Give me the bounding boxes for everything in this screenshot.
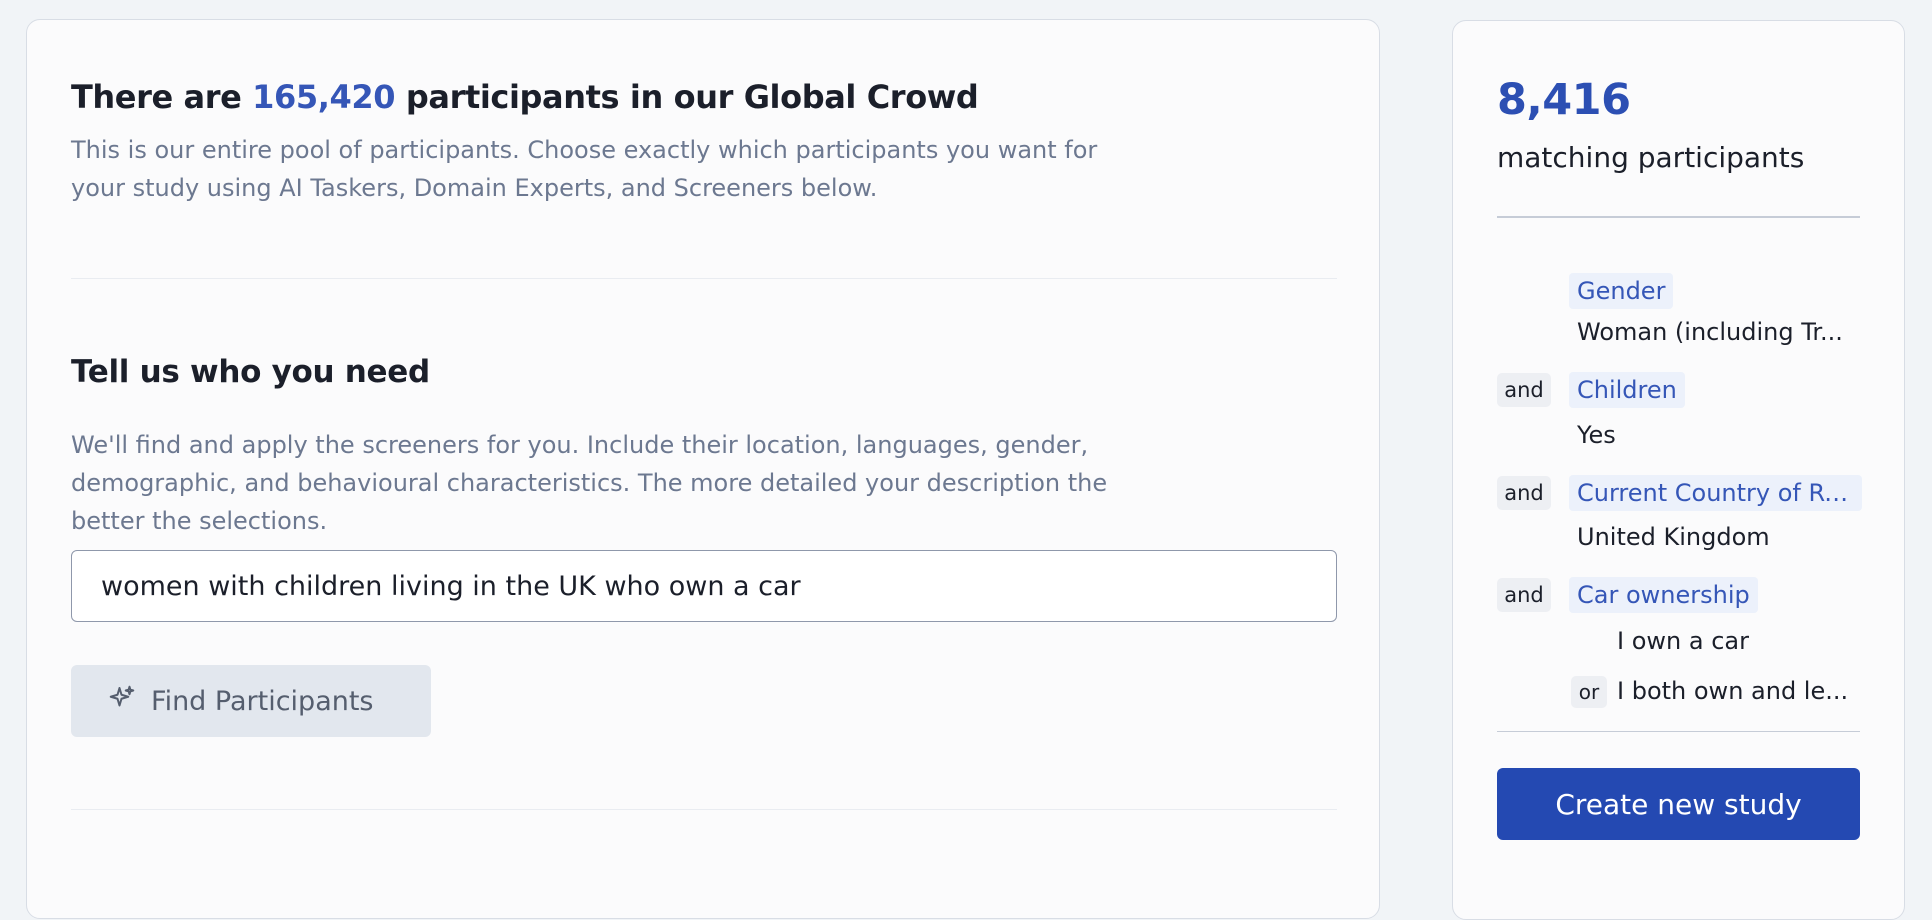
filter-value-children: Yes xyxy=(1577,421,1616,449)
filter-value-car-ownership: I both own and le... xyxy=(1617,677,1849,705)
matching-count: 8,416 xyxy=(1497,75,1631,125)
sparkle-icon xyxy=(107,683,137,720)
request-description: We'll find and apply the screeners for y… xyxy=(71,431,1108,535)
request-title: Tell us who you need xyxy=(71,354,430,390)
create-new-study-button[interactable]: Create new study xyxy=(1497,768,1860,840)
or-connector: or xyxy=(1571,676,1607,708)
headline-prefix: There are xyxy=(71,78,253,116)
participant-pool-panel: There are 165,420 participants in our Gl… xyxy=(26,19,1380,919)
find-participants-button[interactable]: Find Participants xyxy=(71,665,431,737)
filter-value-country: United Kingdom xyxy=(1577,523,1770,551)
summary-divider xyxy=(1497,216,1860,218)
filter-name-gender[interactable]: Gender xyxy=(1569,273,1674,309)
filter-name-car-ownership[interactable]: Car ownership xyxy=(1569,577,1758,613)
filter-name-country[interactable]: Current Country of Re... xyxy=(1569,475,1862,511)
and-connector: and xyxy=(1497,578,1551,612)
pool-participant-count: 165,420 xyxy=(252,78,396,116)
and-connector: and xyxy=(1497,373,1551,407)
matching-label: matching participants xyxy=(1497,141,1805,174)
filter-value-car-ownership: I own a car xyxy=(1617,627,1749,655)
and-connector: and xyxy=(1497,476,1551,510)
section-divider xyxy=(71,809,1337,810)
filter-value-gender: Woman (including Tr... xyxy=(1577,318,1843,346)
headline-suffix: participants in our Global Crowd xyxy=(395,78,979,116)
section-divider xyxy=(71,278,1337,279)
pool-description: This is our entire pool of participants.… xyxy=(71,136,1098,202)
participant-description-input[interactable] xyxy=(71,550,1337,622)
filter-name-children[interactable]: Children xyxy=(1569,372,1685,408)
summary-divider xyxy=(1497,731,1860,732)
matching-summary-panel: 8,416 matching participants Gender Woman… xyxy=(1452,20,1905,920)
find-participants-label: Find Participants xyxy=(151,685,374,717)
pool-headline: There are 165,420 participants in our Gl… xyxy=(71,78,979,116)
